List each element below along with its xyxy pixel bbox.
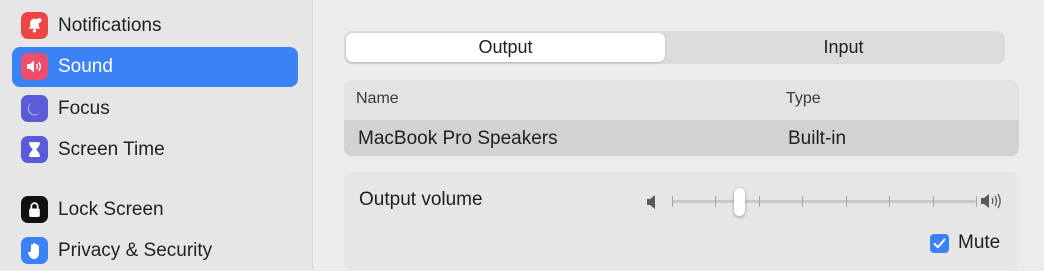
output-volume-slider[interactable] bbox=[646, 185, 1006, 219]
speaker-low-icon bbox=[646, 193, 660, 216]
hand-icon bbox=[21, 237, 48, 264]
lock-icon bbox=[21, 196, 48, 223]
mute-checkbox[interactable] bbox=[930, 233, 949, 253]
slider-tick bbox=[802, 196, 804, 207]
sidebar-item-screen-time[interactable]: Screen Time bbox=[12, 130, 298, 170]
sidebar-item-label: Lock Screen bbox=[58, 199, 164, 220]
slider-tick bbox=[715, 196, 717, 207]
device-table: Name Type MacBook Pro Speakers Built-in bbox=[344, 80, 1019, 156]
mute-control[interactable]: Mute bbox=[930, 232, 1000, 254]
slider-tick bbox=[845, 196, 847, 207]
sidebar-item-lock-screen[interactable]: Lock Screen bbox=[12, 190, 298, 230]
tab-output[interactable]: Output bbox=[346, 33, 665, 62]
sidebar-item-label: Screen Time bbox=[58, 139, 165, 160]
column-header-name[interactable]: Name bbox=[356, 90, 399, 108]
slider-tick bbox=[932, 196, 934, 207]
slider-tick bbox=[672, 196, 673, 207]
device-name-cell: MacBook Pro Speakers bbox=[358, 128, 558, 149]
slider-tick bbox=[976, 196, 977, 207]
sidebar-item-focus[interactable]: Focus bbox=[12, 89, 298, 129]
sidebar-item-label: Sound bbox=[58, 56, 113, 77]
sidebar-item-label: Focus bbox=[58, 98, 110, 119]
speaker-icon bbox=[21, 53, 48, 80]
column-header-type[interactable]: Type bbox=[786, 90, 821, 108]
sidebar-item-notifications[interactable]: Notifications bbox=[12, 6, 298, 46]
tab-input[interactable]: Input bbox=[684, 33, 1003, 62]
slider-tick bbox=[889, 196, 891, 207]
sidebar: Notifications Sound Focus Screen Time Lo… bbox=[0, 0, 313, 270]
speaker-high-icon bbox=[980, 191, 1006, 216]
bell-icon bbox=[21, 12, 48, 39]
slider-tick bbox=[758, 196, 760, 207]
sidebar-item-label: Privacy & Security bbox=[58, 240, 213, 261]
checkmark-icon bbox=[933, 238, 946, 248]
hourglass-icon bbox=[21, 136, 48, 163]
moon-icon bbox=[21, 95, 48, 122]
slider-track[interactable] bbox=[672, 200, 976, 203]
mute-label: Mute bbox=[958, 232, 1001, 253]
main-panel: Output Input Name Type MacBook Pro Speak… bbox=[314, 0, 1044, 270]
slider-knob[interactable] bbox=[733, 188, 745, 216]
device-type-cell: Built-in bbox=[788, 128, 847, 149]
sidebar-item-privacy-security[interactable]: Privacy & Security bbox=[12, 231, 298, 271]
sidebar-item-label: Notifications bbox=[58, 15, 162, 36]
sidebar-item-sound[interactable]: Sound bbox=[12, 47, 298, 87]
table-row[interactable]: MacBook Pro Speakers Built-in bbox=[344, 120, 1019, 156]
output-input-segmented-control: Output Input bbox=[344, 31, 1005, 64]
output-volume-label: Output volume bbox=[359, 189, 483, 210]
output-volume-panel: Output volume Mute bbox=[344, 172, 1019, 270]
